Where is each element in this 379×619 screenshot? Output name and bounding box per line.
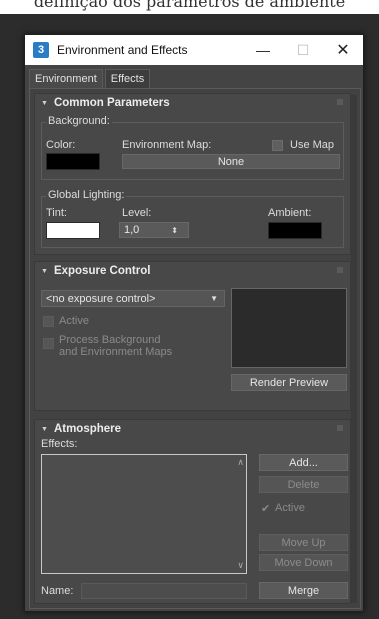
tint-label: Tint: <box>46 207 67 219</box>
triangle-down-icon: ▼ <box>41 267 48 275</box>
background-caption: definição dos parâmetros de ambiente <box>33 0 346 11</box>
title-bar[interactable]: 3 Environment and Effects — ☐ ✕ <box>25 35 363 65</box>
ambient-color-swatch[interactable] <box>268 222 322 239</box>
tab-environment[interactable]: Environment <box>29 69 103 89</box>
background-group: Background: Color: Environment Map: Use … <box>41 115 344 180</box>
environment-map-label: Environment Map: <box>122 139 212 151</box>
process-background-label-line2: and Environment Maps <box>59 346 173 358</box>
panel-scrollbar[interactable] <box>351 95 357 603</box>
app-icon: 3 <box>33 42 49 58</box>
name-label: Name: <box>41 585 74 597</box>
level-label: Level: <box>122 207 152 219</box>
minimize-button[interactable]: — <box>243 35 283 65</box>
use-map-checkbox[interactable] <box>272 140 283 151</box>
effects-listbox[interactable]: ∧ ∨ <box>41 454 247 574</box>
rollout-grip-icon <box>337 267 343 273</box>
color-label: Color: <box>46 139 76 151</box>
triangle-down-icon: ▼ <box>41 425 48 433</box>
merge-button[interactable]: Merge <box>259 582 348 599</box>
listbox-scrollbar[interactable]: ∧ ∨ <box>232 455 246 573</box>
exposure-preview-area <box>231 288 347 368</box>
name-field[interactable] <box>81 583 247 599</box>
exposure-control-dropdown[interactable]: <no exposure control> ▼ <box>41 290 225 307</box>
level-spinner[interactable]: 1,0 ⬍ <box>119 222 189 238</box>
process-background-checkbox[interactable] <box>43 338 54 349</box>
move-down-button[interactable]: Move Down <box>259 554 348 571</box>
desktop-background: 3 Environment and Effects — ☐ ✕ Environm… <box>0 14 379 619</box>
common-parameters-header[interactable]: ▼ Common Parameters <box>35 94 350 112</box>
process-background-label: Process Background <box>59 334 161 346</box>
maximize-button[interactable]: ☐ <box>283 35 323 65</box>
close-button[interactable]: ✕ <box>323 35 363 65</box>
triangle-down-icon: ▼ <box>41 99 48 107</box>
delete-button[interactable]: Delete <box>259 476 348 493</box>
global-lighting-group: Global Lighting: Tint: Level: 1,0 ⬍ Ambi… <box>41 189 344 248</box>
background-label: Background: <box>46 115 112 127</box>
environment-effects-window: 3 Environment and Effects — ☐ ✕ Environm… <box>24 34 364 612</box>
rollout-title: Common Parameters <box>53 97 170 109</box>
use-map-label: Use Map <box>290 139 335 151</box>
atmosphere-active-label: Active <box>275 502 305 514</box>
atmosphere-header[interactable]: ▼ Atmosphere <box>35 420 350 438</box>
exposure-active-label: Active <box>59 315 89 327</box>
background-color-swatch[interactable] <box>46 153 100 170</box>
move-up-button[interactable]: Move Up <box>259 534 348 551</box>
render-preview-button[interactable]: Render Preview <box>231 374 347 391</box>
chevron-down-icon[interactable]: ∨ <box>237 560 244 571</box>
tab-effects[interactable]: Effects <box>104 69 151 89</box>
exposure-active-checkbox[interactable] <box>43 316 54 327</box>
tab-bar: Environment Effects <box>29 69 152 89</box>
environment-map-button[interactable]: None <box>122 154 340 169</box>
common-parameters-rollout: ▼ Common Parameters Background: Color: E… <box>34 93 351 255</box>
chevron-down-icon: ▼ <box>210 294 218 303</box>
level-value: 1,0 <box>124 224 140 236</box>
updown-arrow-icon: ⬍ <box>171 225 178 235</box>
window-title: Environment and Effects <box>57 43 188 57</box>
ambient-label: Ambient: <box>268 207 312 219</box>
exposure-control-header[interactable]: ▼ Exposure Control <box>35 262 350 280</box>
rollout-title: Atmosphere <box>53 423 122 435</box>
rollout-title: Exposure Control <box>53 265 151 277</box>
tint-color-swatch[interactable] <box>46 222 100 239</box>
tab-content: ▼ Common Parameters Background: Color: E… <box>29 88 361 609</box>
atmosphere-rollout: ▼ Atmosphere Effects: ∧ ∨ Add... Delete … <box>34 419 351 604</box>
rollout-grip-icon <box>337 425 343 431</box>
global-lighting-label: Global Lighting: <box>46 189 127 201</box>
checkmark-icon[interactable]: ✔ <box>261 502 270 515</box>
chevron-up-icon[interactable]: ∧ <box>237 457 244 468</box>
exposure-control-rollout: ▼ Exposure Control <no exposure control>… <box>34 261 351 411</box>
rollout-grip-icon <box>337 99 343 105</box>
effects-label: Effects: <box>41 438 78 450</box>
exposure-dropdown-value: <no exposure control> <box>46 292 156 305</box>
add-button[interactable]: Add... <box>259 454 348 471</box>
